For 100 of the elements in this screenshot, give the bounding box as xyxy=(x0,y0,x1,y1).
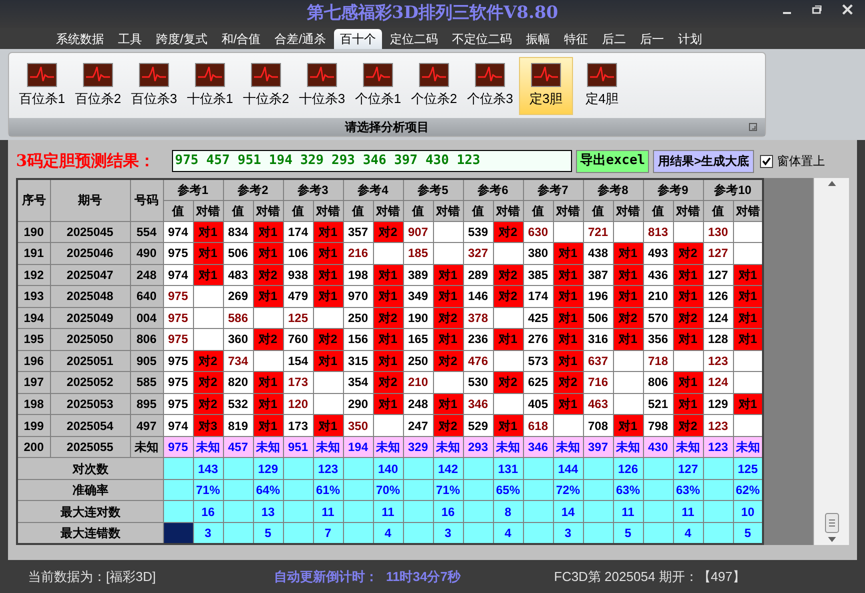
table-cell: 对1 xyxy=(373,350,403,372)
table-cell: 对1 xyxy=(313,350,343,372)
column-header: 参考2 xyxy=(223,179,283,200)
ribbon-button[interactable]: 定4胆 xyxy=(575,56,629,114)
table-cell: 未知 xyxy=(493,436,523,458)
table-cell: 210 xyxy=(643,286,673,308)
table-cell: 对1 xyxy=(253,414,283,436)
column-header: 值 xyxy=(343,200,373,221)
table-cell: 124 xyxy=(703,307,733,329)
column-header: 参考4 xyxy=(343,179,403,200)
close-icon[interactable] xyxy=(842,4,853,15)
table-cell: 对2 xyxy=(433,307,463,329)
menu-tab[interactable]: 不定位二码 xyxy=(446,29,518,49)
heartbeat-icon xyxy=(139,62,169,87)
menu-tab[interactable]: 百十个 xyxy=(334,29,382,49)
restore-icon[interactable] xyxy=(812,4,822,14)
column-header: 参考3 xyxy=(283,179,343,200)
focused-cell[interactable] xyxy=(163,522,193,544)
expand-icon[interactable] xyxy=(749,123,757,131)
menu-tab[interactable]: 计划 xyxy=(672,29,708,49)
table-cell: 974 xyxy=(163,221,193,243)
menu-tab[interactable]: 工具 xyxy=(112,29,148,49)
table-cell: 806 xyxy=(130,328,163,350)
column-header: 值 xyxy=(523,200,553,221)
table-cell: 436 xyxy=(643,264,673,286)
table-cell: 539 xyxy=(463,221,493,243)
ribbon-button[interactable]: 十位杀3 xyxy=(295,56,349,114)
scrollbar[interactable] xyxy=(813,178,849,545)
data-source-text: 当前数据为：[福彩3D] xyxy=(28,568,157,586)
table-cell: 131 xyxy=(493,458,523,480)
ribbon-button[interactable]: 十位杀2 xyxy=(239,56,293,114)
table-cell: 对1 xyxy=(733,307,764,329)
menu-tab[interactable]: 后一 xyxy=(634,29,670,49)
menu-tab[interactable]: 后二 xyxy=(596,29,632,49)
ribbon-button[interactable]: 定3胆 xyxy=(519,56,573,114)
menu-tab[interactable]: 合差/通杀 xyxy=(268,29,332,49)
table-cell: 129 xyxy=(703,393,733,415)
menu-tab[interactable]: 系统数据 xyxy=(50,29,110,49)
ribbon-button[interactable]: 个位杀1 xyxy=(351,56,405,114)
stay-on-top-checkbox[interactable] xyxy=(760,154,774,168)
table-cell: 对2 xyxy=(493,264,523,286)
table-cell: 193 xyxy=(17,286,50,308)
table-cell: 490 xyxy=(130,242,163,264)
menu-tab[interactable]: 和/合值 xyxy=(215,29,267,49)
table-cell: 813 xyxy=(643,221,673,243)
table-cell: 对1 xyxy=(373,286,403,308)
table-cell: 975 xyxy=(163,372,193,394)
table-cell: 对1 xyxy=(253,221,283,243)
table-cell: 16 xyxy=(193,500,223,522)
table-cell: 199 xyxy=(17,414,50,436)
column-header: 参考1 xyxy=(163,179,223,200)
table-cell: 4 xyxy=(493,522,523,544)
table-cell: 未知 xyxy=(553,436,583,458)
table-cell: 对1 xyxy=(193,264,223,286)
menu-tab[interactable]: 特征 xyxy=(558,29,594,49)
table-cell: 2025051 xyxy=(50,350,130,372)
table-cell: 对2 xyxy=(313,328,343,350)
table-cell: 250 xyxy=(403,350,433,372)
table-cell: 190 xyxy=(17,221,50,243)
table-cell: 618 xyxy=(523,414,553,436)
table-cell: 974 xyxy=(163,264,193,286)
menu-tab[interactable]: 振幅 xyxy=(520,29,556,49)
table-cell: 3 xyxy=(193,522,223,544)
table-cell: 397 xyxy=(583,436,613,458)
ribbon-button[interactable]: 百位杀3 xyxy=(127,56,181,114)
ribbon-button[interactable]: 百位杀2 xyxy=(71,56,125,114)
table-cell: 554 xyxy=(130,221,163,243)
ribbon-button[interactable]: 十位杀1 xyxy=(183,56,237,114)
table-cell: 10 xyxy=(733,500,764,522)
table-cell: 174 xyxy=(283,221,313,243)
table-cell: 未知 xyxy=(193,436,223,458)
scroll-up-icon[interactable] xyxy=(828,181,836,186)
table-cell: 对1 xyxy=(433,328,463,350)
ribbon-button[interactable]: 个位杀3 xyxy=(463,56,517,114)
table-cell: 123 xyxy=(703,436,733,458)
column-header: 对错 xyxy=(553,200,583,221)
generate-button[interactable]: 用结果>生成大底 xyxy=(653,150,754,172)
table-cell: 4 xyxy=(373,522,403,544)
column-header: 参考9 xyxy=(643,179,703,200)
export-button[interactable]: 导出excel xyxy=(576,150,650,172)
table-cell: 2025045 xyxy=(50,221,130,243)
scroll-down-icon[interactable] xyxy=(828,537,836,542)
scroll-thumb-icon[interactable] xyxy=(824,513,838,533)
table-cell: 125 xyxy=(283,307,313,329)
heartbeat-icon xyxy=(307,62,337,87)
table-cell: 未知 xyxy=(673,436,703,458)
ribbon-button[interactable]: 个位杀2 xyxy=(407,56,461,114)
table-cell: 174 xyxy=(523,286,553,308)
table-cell: 975 xyxy=(163,436,193,458)
table-cell: 2025047 xyxy=(50,264,130,286)
menu-tab[interactable]: 定位二码 xyxy=(384,29,444,49)
table-cell: 对2 xyxy=(193,393,223,415)
table-cell: 16 xyxy=(433,500,463,522)
menu-tab[interactable]: 跨度/复式 xyxy=(150,29,214,49)
table-cell: 对1 xyxy=(673,328,703,350)
table-cell: 734 xyxy=(223,350,253,372)
ribbon-button[interactable]: 百位杀1 xyxy=(15,56,69,114)
table-cell: 195 xyxy=(17,328,50,350)
prediction-field[interactable]: 975 457 951 194 329 293 346 397 430 123 xyxy=(172,150,572,172)
table-cell: 975 xyxy=(163,307,193,329)
